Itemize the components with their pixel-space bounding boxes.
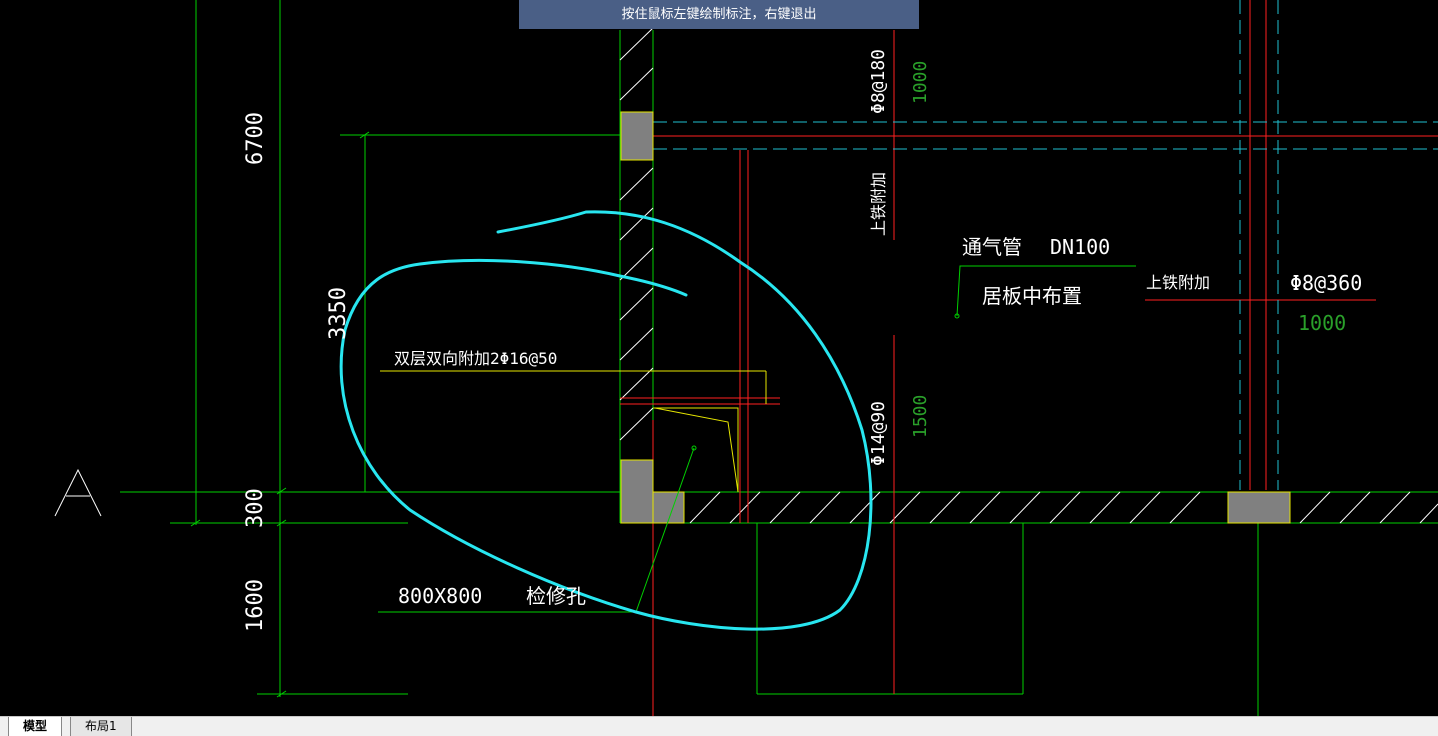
opening-size: 800X800: [398, 584, 482, 608]
opening-name: 检修孔: [526, 584, 586, 608]
dim-6700: 6700: [243, 112, 268, 165]
leader-lines-yellow: [380, 370, 767, 493]
rebar-len-top: 1000: [910, 61, 931, 104]
freehand-markup: [339, 210, 873, 631]
label-upper-iron-right: 上铁附加: [1146, 273, 1210, 292]
layout-tab-bar: 模型 布局1: [0, 716, 1438, 736]
tab-model[interactable]: 模型: [8, 717, 63, 736]
double-layer-note: 双层双向附加2Φ16@50: [394, 349, 557, 368]
tab-layout1[interactable]: 布局1: [70, 717, 132, 736]
axis-marker-a: [54, 468, 102, 517]
cad-drawing-area[interactable]: 6700 3350 300 1600 Φ8@180 1000 上铁附加 Φ14@…: [0, 0, 1438, 716]
command-hint-bar: 按住鼠标左键绘制标注，右键退出: [519, 0, 919, 29]
cad-canvas[interactable]: 6700 3350 300 1600 Φ8@180 1000 上铁附加 Φ14@…: [0, 0, 1438, 716]
hint-text: 按住鼠标左键绘制标注，右键退出: [621, 7, 817, 22]
dim-1600: 1600: [243, 579, 268, 632]
rebar-len-mid: 1500: [910, 395, 931, 438]
axis-lines-red: [620, 0, 1438, 716]
beam-dashed-lines: [653, 0, 1438, 490]
rebar-top-right: Φ8@180: [868, 49, 889, 114]
slab-hatch: [689, 491, 1438, 524]
wall-hatch: [619, 27, 654, 441]
placed-center-label: 居板中布置: [982, 284, 1082, 308]
vent-pipe-label: 通气管: [962, 235, 1022, 259]
rebar-len-right: 1000: [1298, 311, 1346, 335]
rebar-right: Φ8@360: [1290, 271, 1362, 295]
dim-3350: 3350: [326, 287, 351, 340]
dim-300: 300: [243, 488, 268, 528]
vent-pipe-size: DN100: [1050, 235, 1110, 259]
label-upper-iron: 上铁附加: [869, 172, 888, 236]
rebar-mid: Φ14@90: [868, 401, 889, 466]
